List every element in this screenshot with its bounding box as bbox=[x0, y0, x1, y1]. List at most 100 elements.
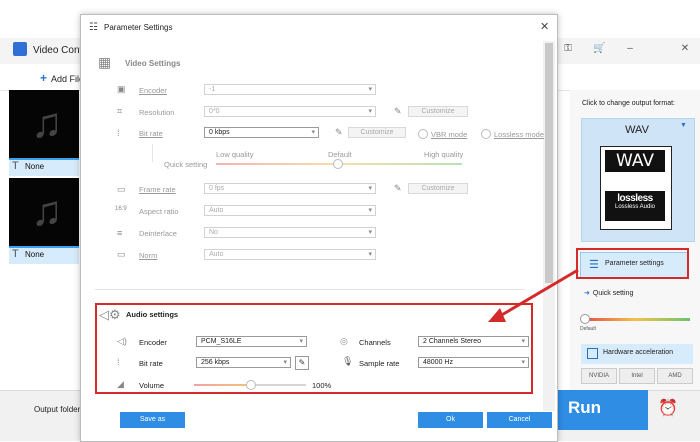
wav-format-icon: WAV lossless Lossless Audio bbox=[600, 146, 672, 230]
minimize-icon[interactable]: – bbox=[625, 44, 635, 54]
deinterlace-label: Deinterlace bbox=[139, 229, 177, 238]
amd-chip: AMD bbox=[657, 368, 693, 384]
chevron-down-icon: ▾ bbox=[311, 129, 315, 136]
output-folder-label: Output folder: bbox=[34, 405, 83, 414]
video-bitrate-label: Bit rate bbox=[139, 129, 163, 138]
audio-settings-highlight bbox=[95, 303, 533, 394]
hardware-acceleration-label: Hardware acceleration bbox=[603, 349, 674, 356]
video-bitrate-select[interactable]: 0 kbps ▾ bbox=[204, 127, 319, 138]
chevron-down-icon[interactable]: ▼ bbox=[680, 122, 687, 129]
cancel-button[interactable]: Cancel bbox=[487, 412, 552, 428]
dialog-scrollbar[interactable] bbox=[543, 41, 555, 411]
aspect-ratio-value: Auto bbox=[209, 207, 224, 214]
save-as-button[interactable]: Save as bbox=[120, 412, 185, 428]
lossless-audio-text: Lossless Audio bbox=[614, 204, 656, 210]
frame-rate-icon: ▭ bbox=[117, 184, 126, 194]
chevron-down-icon: ▾ bbox=[368, 207, 372, 214]
aspect-ratio-icon: 16:9 bbox=[115, 206, 127, 212]
file-subtitle-strip-2[interactable]: T None bbox=[9, 246, 79, 264]
resolution-icon: ⌗ bbox=[117, 106, 123, 116]
chevron-down-icon: ▾ bbox=[368, 251, 372, 258]
deinterlace-icon: ≡ bbox=[117, 228, 123, 238]
frame-rate-value: 0 fps bbox=[209, 185, 225, 192]
run-button[interactable]: Run bbox=[558, 390, 648, 430]
resolution-label: Resolution bbox=[139, 108, 175, 117]
resolution-value: 0*0 bbox=[209, 108, 220, 115]
quick-setting-slider[interactable] bbox=[582, 318, 690, 321]
high-quality-label: High quality bbox=[424, 150, 464, 159]
video-quick-setting-label: Quick setting bbox=[164, 160, 208, 169]
quick-setting-toggle[interactable]: ➜ Quick setting bbox=[584, 289, 633, 297]
ok-button[interactable]: Ok bbox=[418, 412, 483, 428]
norm-select[interactable]: Auto ▾ bbox=[204, 249, 376, 260]
section-divider bbox=[95, 289, 525, 290]
key-icon[interactable]: ⚿ bbox=[563, 44, 573, 54]
nvidia-chip: NVIDIA bbox=[581, 368, 617, 384]
edit-icon: ✎ bbox=[394, 183, 402, 193]
file-subtitle-strip-1[interactable]: T None bbox=[9, 158, 79, 176]
lossless-text: lossless bbox=[617, 193, 653, 204]
video-settings-icon: ▦ bbox=[98, 54, 112, 70]
deinterlace-select[interactable]: No ▾ bbox=[204, 227, 376, 238]
quick-setting-knob[interactable] bbox=[580, 314, 590, 324]
default-quality-label: Default bbox=[328, 150, 352, 159]
bitrate-icon: ⁞ bbox=[117, 128, 120, 138]
tree-line bbox=[152, 144, 153, 162]
chevron-down-icon: ▾ bbox=[368, 86, 372, 93]
dialog-titlebar: ☷ Parameter Settings bbox=[81, 15, 555, 41]
quick-setting-label: Quick setting bbox=[592, 290, 634, 297]
dialog-title: Parameter Settings bbox=[104, 23, 173, 32]
video-quality-knob[interactable] bbox=[333, 159, 343, 169]
chip-icon bbox=[587, 348, 598, 359]
frame-rate-customize-button[interactable]: Customize bbox=[408, 183, 468, 194]
vbr-mode-label: VBR mode bbox=[431, 130, 468, 139]
text-icon: T bbox=[12, 160, 19, 172]
edit-icon: ✎ bbox=[335, 127, 343, 137]
chevron-down-icon: ▾ bbox=[368, 108, 372, 115]
file-thumbnail-1[interactable]: ♫ bbox=[9, 90, 79, 158]
app-title: Video Conv bbox=[33, 45, 85, 56]
lossless-badge: lossless Lossless Audio bbox=[605, 191, 665, 221]
add-files-button[interactable]: + Add File bbox=[40, 71, 84, 85]
hardware-acceleration-toggle[interactable]: Hardware acceleration bbox=[581, 344, 693, 364]
parameter-settings-highlight bbox=[576, 248, 689, 279]
subtitle-value: None bbox=[25, 162, 45, 171]
music-note-icon: ♫ bbox=[31, 187, 63, 234]
edit-icon: ✎ bbox=[394, 106, 402, 116]
deinterlace-value: No bbox=[209, 229, 218, 236]
file-thumbnail-2[interactable]: ♫ bbox=[9, 178, 79, 246]
alarm-clock-icon[interactable]: ⏰ bbox=[658, 398, 678, 418]
intel-chip: Intel bbox=[619, 368, 655, 384]
video-encoder-select[interactable]: -1 ▾ bbox=[204, 84, 376, 95]
aspect-ratio-label: Aspect ratio bbox=[139, 207, 179, 216]
bitrate-customize-button[interactable]: Customize bbox=[348, 127, 406, 138]
frame-rate-select[interactable]: 0 fps ▾ bbox=[204, 183, 376, 194]
cart-icon[interactable]: 🛒 bbox=[593, 44, 605, 54]
gpu-chips: NVIDIA Intel AMD bbox=[581, 368, 693, 384]
settings-sliders-icon: ☷ bbox=[89, 22, 98, 33]
vbr-mode-radio[interactable] bbox=[418, 129, 428, 139]
norm-icon: ▭ bbox=[117, 249, 126, 259]
video-encoder-value: -1 bbox=[209, 86, 216, 93]
subtitle-value: None bbox=[25, 250, 45, 259]
video-section-title: Video Settings bbox=[125, 59, 181, 68]
lossless-mode-label: Lossless mode bbox=[494, 130, 545, 139]
arrow-right-icon: ➜ bbox=[584, 290, 590, 297]
dialog-close-icon[interactable]: ✕ bbox=[540, 20, 549, 33]
chevron-down-icon: ▾ bbox=[368, 185, 372, 192]
lossless-mode-radio[interactable] bbox=[481, 129, 491, 139]
video-encoder-label: Encoder bbox=[139, 86, 167, 95]
close-app-icon[interactable]: ✕ bbox=[680, 44, 690, 54]
text-icon: T bbox=[12, 248, 19, 260]
resolution-select[interactable]: 0*0 ▾ bbox=[204, 106, 376, 117]
low-quality-label: Low quality bbox=[216, 150, 254, 159]
video-bitrate-value: 0 kbps bbox=[209, 129, 230, 136]
aspect-ratio-select[interactable]: Auto ▾ bbox=[204, 205, 376, 216]
resolution-customize-button[interactable]: Customize bbox=[408, 106, 468, 117]
music-note-icon: ♫ bbox=[31, 99, 63, 146]
plus-icon: + bbox=[40, 71, 48, 85]
run-label: Run bbox=[568, 398, 602, 417]
scrollbar-thumb[interactable] bbox=[545, 43, 553, 283]
chevron-down-icon: ▾ bbox=[368, 229, 372, 236]
output-format-name: WAV bbox=[625, 124, 649, 136]
